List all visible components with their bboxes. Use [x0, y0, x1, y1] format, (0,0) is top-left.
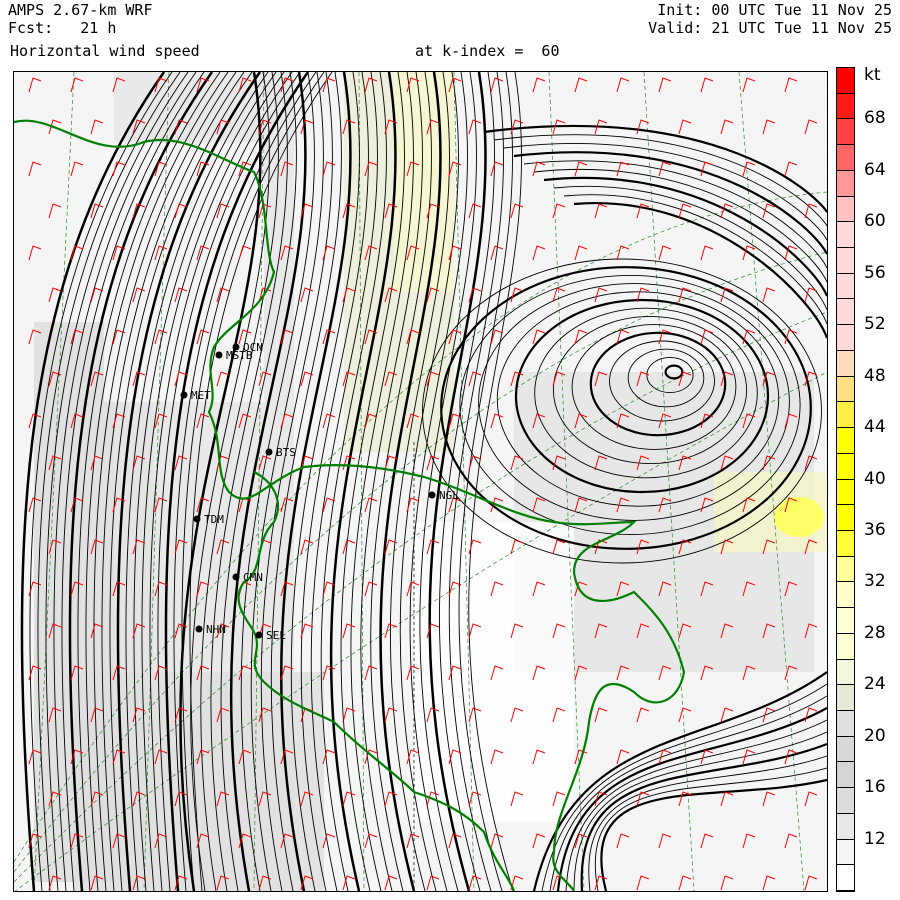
forecast-hour: Fcst: 21 h	[8, 19, 117, 37]
station-dot	[215, 351, 223, 359]
speed-shade-max	[774, 497, 824, 537]
colorbar-swatch	[837, 633, 854, 660]
station-label: NHN	[206, 623, 226, 636]
colorbar-label: 36	[864, 519, 886, 540]
vertical-level: at k-index = 60	[415, 42, 560, 60]
colorbar-swatch	[837, 119, 854, 146]
station-label: NGL	[439, 489, 459, 502]
speed-shade-region	[394, 72, 454, 292]
colorbar-swatch	[837, 248, 854, 274]
map-canvas: OCNMSTBMETBTSTDMCMNNHN SELNGL	[14, 72, 827, 891]
colorbar-swatch	[837, 479, 854, 506]
station-dot	[265, 448, 273, 456]
colorbar-swatch	[837, 685, 854, 711]
colorbar-label: 56	[864, 262, 886, 283]
station-label: BTS	[276, 446, 296, 459]
colorbar-swatch	[837, 145, 854, 171]
station-dot	[180, 391, 188, 399]
valid-time: Valid: 21 UTC Tue 11 Nov 25	[648, 19, 892, 37]
colorbar-label: 32	[864, 571, 886, 592]
model-title: AMPS 2.67-km WRF	[8, 1, 153, 19]
colorbar-label: 64	[864, 159, 886, 180]
station-dot	[428, 491, 436, 499]
colorbar-swatch	[837, 839, 854, 866]
colorbar-swatch	[837, 788, 854, 814]
colorbar-swatch	[837, 350, 854, 377]
colorbar-swatch	[837, 608, 854, 634]
colorbar-swatch	[837, 865, 854, 891]
colorbar-swatch	[837, 93, 854, 120]
init-time: Init: 00 UTC Tue 11 Nov 25	[657, 1, 892, 19]
colorbar-swatch	[837, 273, 854, 300]
colorbar-swatch	[837, 299, 854, 326]
colorbar-swatch	[837, 325, 854, 351]
colorbar-swatch	[837, 376, 854, 403]
colorbar-swatch	[837, 428, 854, 454]
station-dot	[195, 625, 203, 633]
station-dot	[193, 515, 201, 523]
speed-shade-region	[414, 522, 574, 822]
colorbar-label: 16	[864, 777, 886, 798]
colorbar-swatch	[837, 530, 854, 557]
field-name: Horizontal wind speed	[10, 42, 200, 60]
colorbar-label: 24	[864, 674, 886, 695]
colorbar-swatch	[837, 813, 854, 840]
colorbar-label: 12	[864, 828, 886, 849]
colorbar-swatch	[837, 582, 854, 609]
colorbar-swatch	[837, 68, 854, 94]
colorbar-swatch	[837, 402, 854, 429]
colorbar-label: 40	[864, 468, 886, 489]
station-label: SEL	[266, 629, 286, 642]
station-label: CMN	[243, 571, 263, 584]
colorbar-swatch	[837, 505, 854, 531]
station-dot	[232, 573, 240, 581]
colorbar-label: 20	[864, 725, 886, 746]
speed-shade-region	[104, 142, 264, 402]
colorbar-swatch	[837, 196, 854, 223]
colorbar-label: 60	[864, 211, 886, 232]
station-label: MSTB	[226, 349, 253, 362]
station-label: MET	[191, 389, 211, 402]
colorbar-swatch	[837, 762, 854, 789]
colorbar-swatch	[837, 170, 854, 197]
colorbar-label: 68	[864, 108, 886, 129]
colorbar-label: 44	[864, 417, 886, 438]
colorbar-swatch	[837, 710, 854, 737]
colorbar-swatch	[837, 556, 854, 583]
station-dot	[255, 631, 263, 639]
colorbar-label: 52	[864, 314, 886, 335]
colorbar	[836, 67, 855, 892]
colorbar-swatch	[837, 453, 854, 480]
wind-map: OCN MSTB MET BTS TDM CMN NHN SEL NGL	[13, 71, 828, 892]
colorbar-swatch	[837, 222, 854, 249]
colorbar-label: 28	[864, 622, 886, 643]
colorbar-swatch	[837, 659, 854, 686]
colorbar-unit: kt	[864, 65, 881, 85]
colorbar-swatch	[837, 736, 854, 763]
station-label: TDM	[204, 513, 224, 526]
colorbar-label: 48	[864, 365, 886, 386]
